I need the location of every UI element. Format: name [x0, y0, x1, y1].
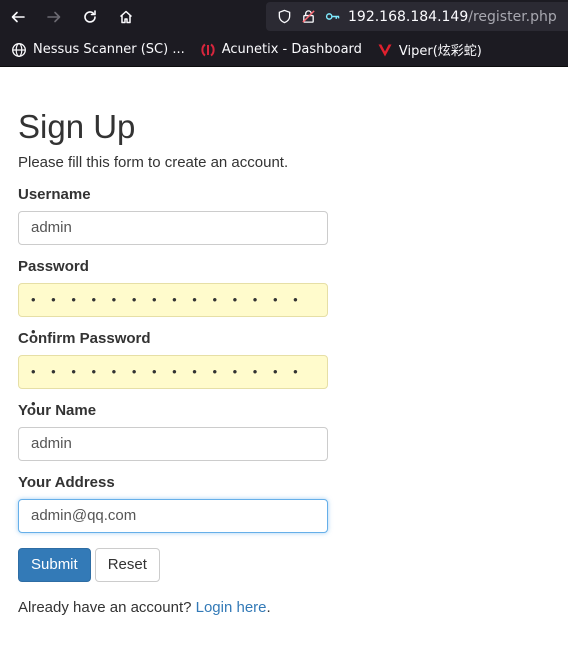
username-label: Username: [18, 186, 91, 203]
bookmark-label: Viper(炫彩蛇): [398, 44, 482, 59]
address-bar[interactable]: 192.168.184.149/register.php: [266, 2, 568, 31]
arrow-right-icon: [47, 11, 61, 22]
bookmark-label: Nessus Scanner (SC) ...: [33, 42, 185, 57]
bookmark-viper[interactable]: Viper(炫彩蛇): [376, 40, 482, 59]
acunetix-icon: [199, 41, 217, 59]
key-icon[interactable]: [320, 2, 344, 31]
shield-icon[interactable]: [272, 2, 296, 31]
name-input[interactable]: admin: [18, 427, 328, 461]
password-label: Password: [18, 258, 89, 275]
username-group: Username admin: [18, 185, 558, 245]
address-label: Your Address: [18, 474, 115, 491]
login-prompt-line: Already have an account? Login here.: [18, 599, 558, 616]
insecure-lock-icon[interactable]: [296, 2, 320, 31]
url-host: 192.168.184.149: [348, 8, 469, 25]
reload-button[interactable]: [72, 0, 108, 33]
address-group: Your Address admin@qq.com: [18, 473, 558, 533]
form-buttons: Submit Reset: [18, 548, 558, 582]
viper-icon: [376, 41, 394, 59]
globe-icon: [10, 41, 28, 59]
reload-icon: [84, 9, 96, 23]
confirm-password-input[interactable]: • • • • • • • • • • • • • • •: [18, 355, 328, 411]
login-suffix: .: [266, 599, 271, 616]
home-button[interactable]: [108, 0, 144, 33]
password-input[interactable]: • • • • • • • • • • • • • • •: [18, 283, 328, 339]
home-icon: [119, 10, 133, 23]
confirm-password-label: Confirm Password: [18, 330, 151, 347]
confirm-password-group: Confirm Password • • • • • • • • • • • •…: [18, 329, 558, 411]
forward-button[interactable]: [36, 0, 72, 33]
url-text[interactable]: 192.168.184.149/register.php: [348, 9, 557, 25]
submit-button[interactable]: Submit: [18, 548, 91, 582]
url-path: /register.php: [468, 8, 557, 25]
signup-page: Sign Up Please fill this form to create …: [18, 67, 558, 616]
bookmark-acunetix[interactable]: Acunetix - Dashboard: [199, 41, 362, 59]
back-button[interactable]: [0, 0, 36, 33]
name-label: Your Name: [18, 402, 97, 419]
bookmark-nessus[interactable]: Nessus Scanner (SC) ...: [10, 41, 185, 59]
page-subtitle: Please fill this form to create an accou…: [18, 154, 289, 171]
bookmark-label: Acunetix - Dashboard: [221, 42, 362, 57]
browser-toolbar: 192.168.184.149/register.php: [0, 0, 568, 33]
address-input[interactable]: admin@qq.com: [18, 499, 328, 533]
login-link[interactable]: Login here: [196, 599, 267, 616]
signup-form: Username admin Password • • • • • • • • …: [18, 185, 558, 582]
reset-button[interactable]: Reset: [94, 548, 160, 582]
arrow-left-icon: [11, 11, 25, 22]
password-group: Password • • • • • • • • • • • • • • •: [18, 257, 558, 339]
bookmarks-bar: Nessus Scanner (SC) ... Acunetix - Dashb…: [0, 33, 568, 67]
name-group: Your Name admin: [18, 401, 558, 461]
login-prompt: Already have an account?: [18, 599, 192, 616]
page-title: Sign Up: [18, 108, 136, 145]
username-input[interactable]: admin: [18, 211, 328, 245]
